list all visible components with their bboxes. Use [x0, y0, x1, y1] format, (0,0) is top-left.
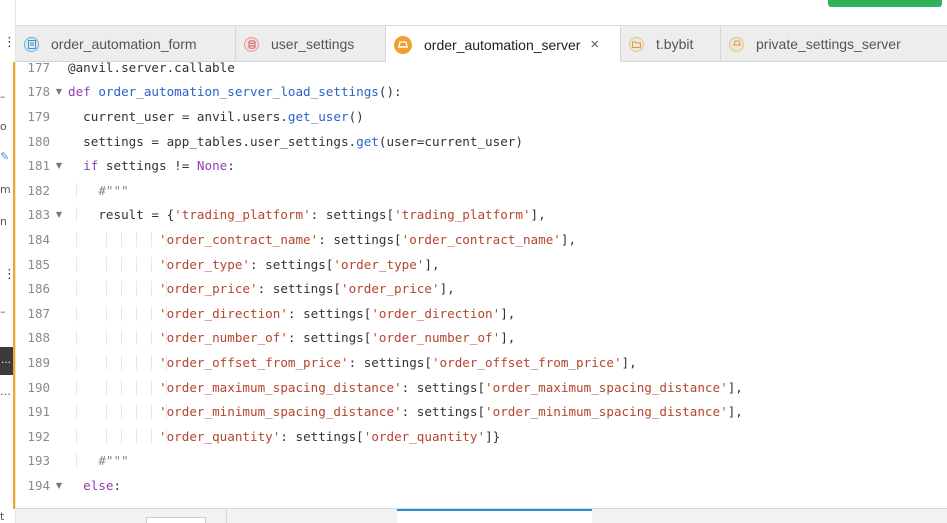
pencil-icon[interactable]: ✎: [0, 150, 9, 163]
bottom-tab-active[interactable]: [397, 509, 592, 523]
code-line: 190 'order_maximum_spacing_distance': se…: [16, 375, 947, 400]
form-icon: [24, 36, 39, 52]
fold-toggle[interactable]: ▼: [50, 87, 68, 96]
code-line: 186 'order_price': settings['order_price…: [16, 276, 947, 301]
line-number: 177: [27, 62, 50, 75]
code-text: 'order_minimum_spacing_distance': settin…: [68, 404, 743, 420]
line-number: 182: [27, 182, 50, 198]
line-number: 191: [27, 404, 50, 420]
server-module-icon: [729, 36, 744, 52]
line-number: 190: [27, 379, 50, 395]
fold-toggle[interactable]: ▼: [50, 481, 68, 490]
code-text: current_user = anvil.users.get_user(): [83, 108, 364, 124]
left-rail: ⋮ – o ✎ m n ⋮ – … … t: [0, 0, 16, 523]
line-number: 194: [27, 477, 50, 493]
code-text: 'order_number_of': settings['order_numbe…: [68, 330, 515, 346]
code-line: 183 ▼ result = {'trading_platform': sett…: [16, 203, 947, 228]
code-line: 188 'order_number_of': settings['order_n…: [16, 326, 947, 351]
tab-label: t.bybit: [656, 36, 694, 52]
line-number: 192: [27, 428, 50, 444]
modified-indicator: [13, 62, 15, 509]
code-text: @anvil.server.callable: [68, 62, 235, 75]
code-text: 'order_type': settings['order_type'],: [68, 256, 440, 272]
close-icon[interactable]: ×: [590, 36, 599, 53]
rail-item-n[interactable]: n: [0, 215, 7, 228]
drag-handle-icon[interactable]: ⋮: [3, 36, 15, 49]
code-text: #""": [68, 453, 129, 469]
code-line: 194 ▼ else:: [16, 473, 947, 498]
code-text: 'order_quantity': settings['order_quanti…: [68, 428, 500, 444]
bottom-tab-1[interactable]: [16, 509, 136, 523]
editor-tab-bar: order_automation_form user_settings orde…: [16, 25, 947, 63]
fold-toggle[interactable]: ▼: [50, 210, 68, 219]
line-number: 184: [27, 231, 50, 247]
tab-label: order_automation_form: [51, 36, 197, 52]
code-line: 189 'order_offset_from_price': settings[…: [16, 350, 947, 375]
server-module-icon: [394, 35, 412, 54]
code-text: 'order_offset_from_price': settings['ord…: [68, 354, 637, 370]
rail-item-t[interactable]: t: [0, 510, 4, 523]
code-line: 177 @anvil.server.callable: [16, 62, 947, 80]
line-number: 179: [27, 108, 50, 124]
fold-toggle[interactable]: ▼: [50, 161, 68, 170]
line-number: 183: [27, 207, 50, 223]
rail-divider: –: [0, 90, 6, 103]
rail-divider: –: [0, 305, 6, 318]
code-line: 182 #""": [16, 178, 947, 203]
code-line: 180 settings = app_tables.user_settings.…: [16, 129, 947, 154]
rail-item-o[interactable]: o: [0, 120, 7, 133]
rail-divider: …: [0, 385, 11, 398]
code-line: 191 'order_minimum_spacing_distance': se…: [16, 399, 947, 424]
tab-user-settings[interactable]: user_settings: [236, 26, 386, 62]
line-number: 189: [27, 354, 50, 370]
tab-label: user_settings: [271, 36, 355, 52]
code-line: 178 ▼ def order_automation_server_load_s…: [16, 80, 947, 105]
folder-icon: [629, 36, 644, 52]
line-number: 180: [27, 133, 50, 149]
bottom-panel-tabs: [16, 508, 947, 523]
code-text: 'order_direction': settings['order_direc…: [68, 305, 515, 321]
code-text: 'order_price': settings['order_price'],: [68, 281, 455, 297]
rail-item-m[interactable]: m: [0, 183, 11, 196]
line-number: 185: [27, 256, 50, 272]
code-text: 'order_maximum_spacing_distance': settin…: [68, 379, 743, 395]
code-line: 192 'order_quantity': settings['order_qu…: [16, 424, 947, 449]
code-text: settings = app_tables.user_settings.get(…: [83, 133, 523, 149]
code-line: 184 'order_contract_name': settings['ord…: [16, 227, 947, 252]
line-number: 193: [27, 453, 50, 469]
database-icon: [244, 36, 259, 52]
code-text: def order_automation_server_load_setting…: [68, 84, 402, 100]
tab-private-settings-server[interactable]: private_settings_server: [721, 26, 947, 62]
line-number: 186: [27, 281, 50, 297]
tab-label: order_automation_server: [424, 36, 581, 53]
code-line: 187 'order_direction': settings['order_d…: [16, 301, 947, 326]
tab-order-automation-server[interactable]: order_automation_server ×: [386, 26, 621, 63]
code-text: #""": [68, 182, 129, 198]
line-number: 181: [27, 158, 50, 174]
bottom-search-box[interactable]: [146, 517, 206, 523]
code-text: result = {'trading_platform': settings['…: [68, 207, 546, 223]
code-text: else:: [83, 477, 122, 493]
code-line: 181 ▼ if settings != None:: [16, 153, 947, 178]
code-line: 185 'order_type': settings['order_type']…: [16, 252, 947, 277]
code-text: 'order_contract_name': settings['order_c…: [68, 231, 576, 247]
tab-label: private_settings_server: [756, 36, 901, 52]
code-line: 193 #""": [16, 449, 947, 474]
code-editor[interactable]: 177 @anvil.server.callable 178 ▼ def ord…: [16, 62, 947, 508]
code-text: if settings != None:: [83, 158, 235, 174]
tab-order-automation-form[interactable]: order_automation_form: [16, 26, 236, 62]
top-action-button[interactable]: [828, 0, 942, 7]
line-number: 187: [27, 305, 50, 321]
code-line: 179 current_user = anvil.users.get_user(…: [16, 104, 947, 129]
bottom-tab-2[interactable]: [226, 509, 396, 523]
line-number: 178: [27, 84, 50, 100]
line-number: 188: [27, 330, 50, 346]
tab-t-bybit[interactable]: t.bybit: [621, 26, 721, 62]
